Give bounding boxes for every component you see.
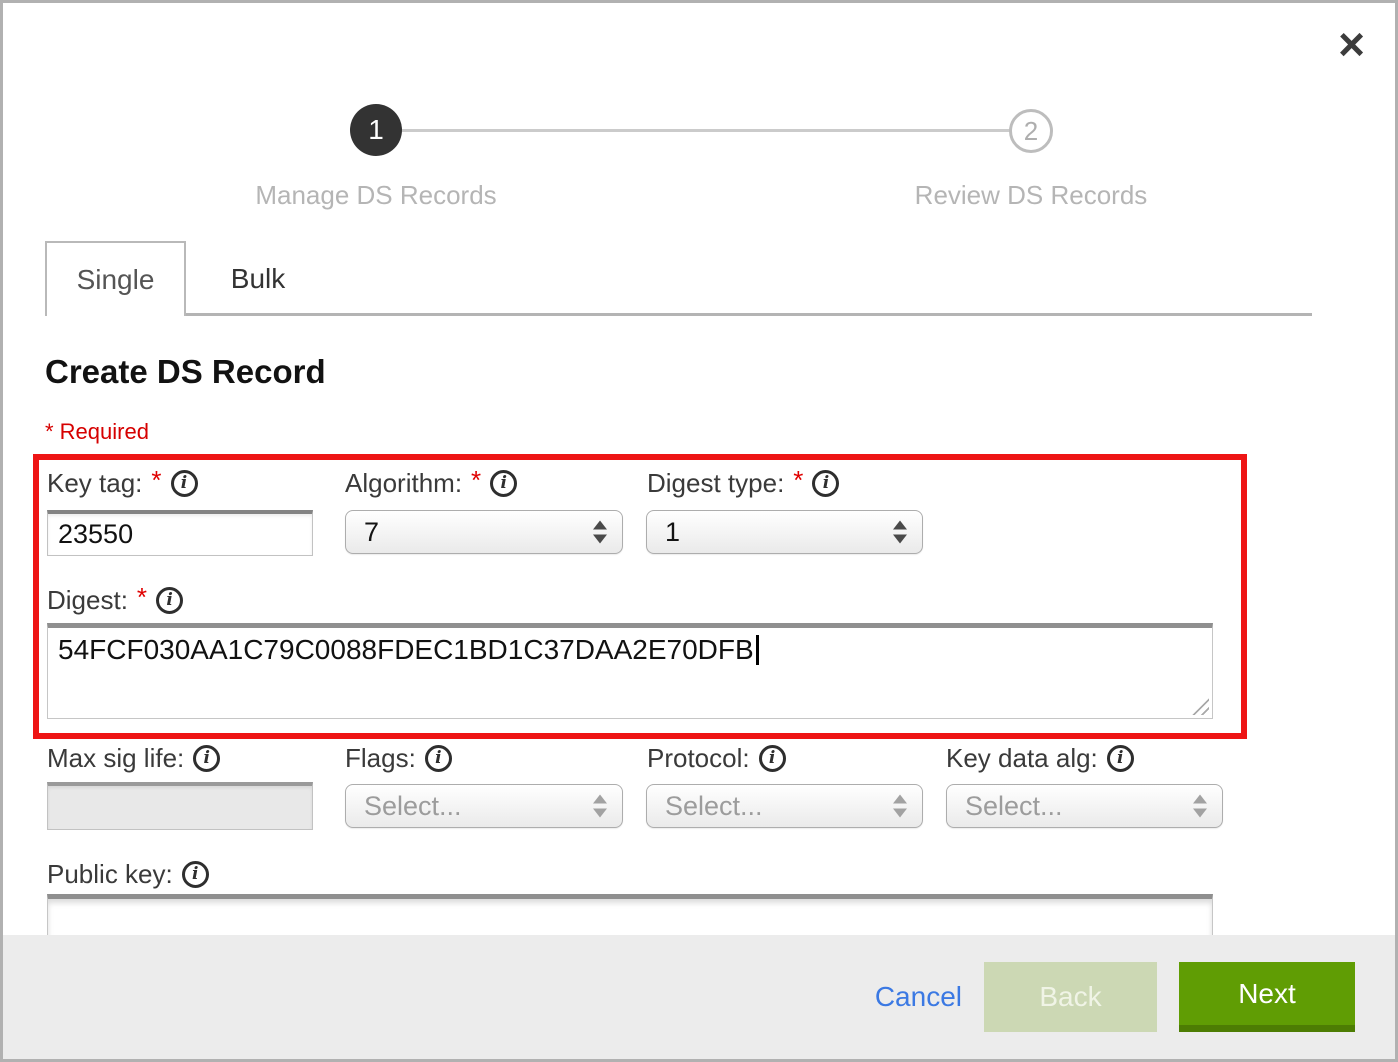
flags-select[interactable]: Select... [345,784,623,828]
tab-single[interactable]: Single [45,241,186,316]
create-ds-record-modal: × 1 2 Manage DS Records Review DS Record… [0,0,1398,1062]
page-title: Create DS Record [45,353,326,391]
info-icon[interactable]: i [156,587,183,614]
max-sig-life-input[interactable] [47,782,313,830]
key-data-alg-select[interactable]: Select... [946,784,1223,828]
select-arrows-icon [593,521,607,544]
digest-type-select[interactable]: 1 [646,510,923,554]
info-icon[interactable]: i [425,745,452,772]
required-asterisk: * [151,465,161,496]
protocol-select[interactable]: Select... [646,784,923,828]
key-tag-label-text: Key tag: [47,468,142,499]
resize-handle-icon[interactable] [1191,697,1209,715]
digest-value: 54FCF030AA1C79C0088FDEC1BD1C37DAA2E70DFB [58,634,754,665]
key-tag-label: Key tag: * i [47,468,198,499]
info-icon[interactable]: i [759,745,786,772]
modal-footer: Cancel Back Next [3,935,1395,1059]
digest-textarea[interactable]: 54FCF030AA1C79C0088FDEC1BD1C37DAA2E70DFB [47,623,1213,719]
step-1-label: Manage DS Records [216,180,536,211]
flags-select-value: Select... [364,791,462,822]
tab-bulk[interactable]: Bulk [188,241,328,316]
info-icon[interactable]: i [182,861,209,888]
public-key-label-text: Public key: [47,859,173,890]
flags-label-text: Flags: [345,743,416,774]
algorithm-select-value: 7 [364,517,379,548]
back-button[interactable]: Back [984,962,1157,1032]
cancel-button[interactable]: Cancel [875,981,962,1013]
key-data-alg-label-text: Key data alg: [946,743,1098,774]
info-icon[interactable]: i [812,470,839,497]
key-tag-input[interactable] [47,510,313,556]
required-asterisk: * [793,465,803,496]
next-button[interactable]: Next [1179,962,1355,1032]
algorithm-label: Algorithm: * i [345,468,517,499]
protocol-select-value: Select... [665,791,763,822]
info-icon[interactable]: i [490,470,517,497]
digest-type-label: Digest type: * i [647,468,839,499]
digest-type-select-value: 1 [665,517,680,548]
step-2-label: Review DS Records [871,180,1191,211]
select-arrows-icon [593,795,607,818]
info-icon[interactable]: i [193,745,220,772]
algorithm-select[interactable]: 7 [345,510,623,554]
public-key-label: Public key: i [47,859,209,890]
stepper-connector [376,129,1031,132]
flags-label: Flags: i [345,743,452,774]
select-arrows-icon [1193,795,1207,818]
close-icon[interactable]: × [1338,21,1365,67]
digest-type-label-text: Digest type: [647,468,784,499]
select-arrows-icon [893,795,907,818]
protocol-label-text: Protocol: [647,743,750,774]
max-sig-life-label: Max sig life: i [47,743,220,774]
step-2-indicator: 2 [1009,109,1053,153]
digest-label-text: Digest: [47,585,128,616]
required-asterisk: * [471,465,481,496]
protocol-label: Protocol: i [647,743,786,774]
key-data-alg-label: Key data alg: i [946,743,1134,774]
info-icon[interactable]: i [1107,745,1134,772]
required-note: * Required [45,419,149,445]
key-data-alg-select-value: Select... [965,791,1063,822]
required-asterisk: * [137,582,147,613]
text-cursor [756,635,759,665]
select-arrows-icon [893,521,907,544]
info-icon[interactable]: i [171,470,198,497]
digest-label: Digest: * i [47,585,183,616]
algorithm-label-text: Algorithm: [345,468,462,499]
max-sig-life-label-text: Max sig life: [47,743,184,774]
step-1-indicator: 1 [350,104,402,156]
